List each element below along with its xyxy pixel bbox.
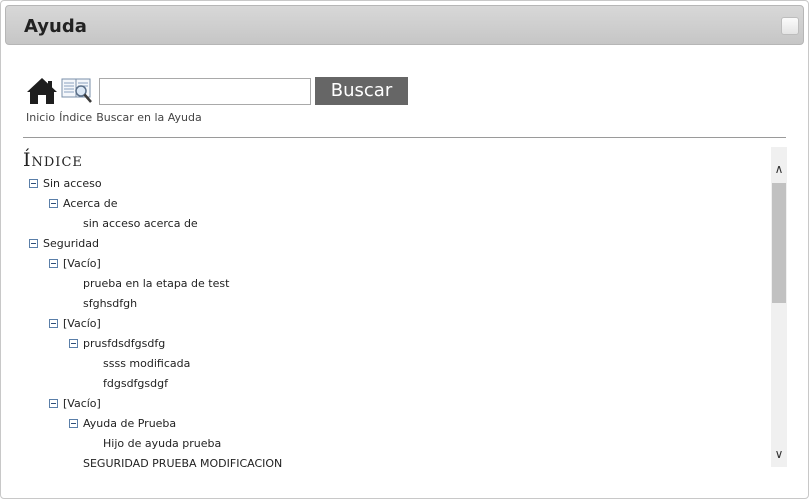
- scroll-down-arrow-icon[interactable]: ∨: [771, 446, 787, 462]
- tree-node[interactable]: Ayuda de Prueba: [69, 414, 176, 434]
- tree-node[interactable]: [Vacío]: [49, 394, 101, 414]
- tree-node[interactable]: SEGURIDAD PRUEBA MODIFICACION: [83, 454, 282, 474]
- search-input[interactable]: [99, 78, 311, 105]
- tree-node[interactable]: Hijo de ayuda prueba: [103, 434, 221, 454]
- tree-node[interactable]: Seguridad: [29, 234, 99, 254]
- tree-node[interactable]: Acerca de: [49, 194, 117, 214]
- collapse-toggle-icon[interactable]: [49, 398, 58, 408]
- tree-node-label[interactable]: Sin acceso: [43, 177, 102, 190]
- scroll-thumb[interactable]: [772, 183, 786, 303]
- tree-node[interactable]: fdgsdfgsdgf: [103, 374, 168, 394]
- toolbar-links: Inicio Índice Buscar en la Ayuda: [26, 111, 206, 124]
- help-window: Ayuda Buscar Inicio Índice Buscar en la Ay…: [0, 0, 809, 499]
- tree-node-label[interactable]: Seguridad: [43, 237, 99, 250]
- tree-node-label[interactable]: prueba en la etapa de test: [83, 277, 229, 290]
- collapse-toggle-icon[interactable]: [29, 238, 38, 248]
- tree-node-label[interactable]: [Vacío]: [63, 397, 101, 410]
- tree-node[interactable]: sin acceso acerca de: [83, 214, 198, 234]
- scroll-up-arrow-icon[interactable]: ∧: [771, 161, 787, 177]
- tree-node-label[interactable]: Ayuda de Prueba: [83, 417, 176, 430]
- tree-node[interactable]: [Vacío]: [49, 254, 101, 274]
- tree-node-label[interactable]: fdgsdfgsdgf: [103, 377, 168, 390]
- tree-node[interactable]: sfghsdfgh: [83, 294, 137, 314]
- tree-node-label[interactable]: [Vacío]: [63, 317, 101, 330]
- tree-node-label[interactable]: sfghsdfgh: [83, 297, 137, 310]
- home-icon[interactable]: [26, 76, 58, 106]
- search-help-link[interactable]: Buscar en la Ayuda: [96, 111, 202, 124]
- tree-node-label[interactable]: prusfdsdfgsdfg: [83, 337, 165, 350]
- tree-node-label[interactable]: Acerca de: [63, 197, 117, 210]
- tree-node-label[interactable]: [Vacío]: [63, 257, 101, 270]
- tree-node-label[interactable]: ssss modificada: [103, 357, 190, 370]
- title-bar: Ayuda: [5, 5, 804, 45]
- collapse-toggle-icon[interactable]: [49, 258, 58, 268]
- home-link[interactable]: Inicio: [26, 111, 55, 124]
- tree-node[interactable]: prusfdsdfgsdfg: [69, 334, 165, 354]
- window-title: Ayuda: [24, 16, 87, 37]
- search-button[interactable]: Buscar: [315, 77, 408, 105]
- vertical-scrollbar[interactable]: ∧ ∨: [771, 147, 787, 467]
- tree-node-label[interactable]: Hijo de ayuda prueba: [103, 437, 221, 450]
- collapse-toggle-icon[interactable]: [49, 318, 58, 328]
- window-control-button[interactable]: [781, 17, 799, 35]
- collapse-toggle-icon[interactable]: [49, 198, 58, 208]
- tree-node[interactable]: ssss modificada: [103, 354, 190, 374]
- divider: [23, 137, 786, 138]
- index-tree: Sin acceso Acerca de sin acceso acerca de S…: [1, 174, 769, 474]
- index-icon[interactable]: [61, 76, 94, 105]
- collapse-toggle-icon[interactable]: [69, 418, 78, 428]
- tree-node-label[interactable]: sin acceso acerca de: [83, 217, 198, 230]
- tree-node[interactable]: prueba en la etapa de test: [83, 274, 229, 294]
- collapse-toggle-icon[interactable]: [29, 178, 38, 188]
- tree-node[interactable]: [Vacío]: [49, 314, 101, 334]
- tree-node[interactable]: Sin acceso: [29, 174, 102, 194]
- index-link[interactable]: Índice: [59, 111, 92, 124]
- collapse-toggle-icon[interactable]: [69, 338, 78, 348]
- index-heading: Índice: [23, 149, 83, 171]
- tree-node-label[interactable]: SEGURIDAD PRUEBA MODIFICACION: [83, 457, 282, 470]
